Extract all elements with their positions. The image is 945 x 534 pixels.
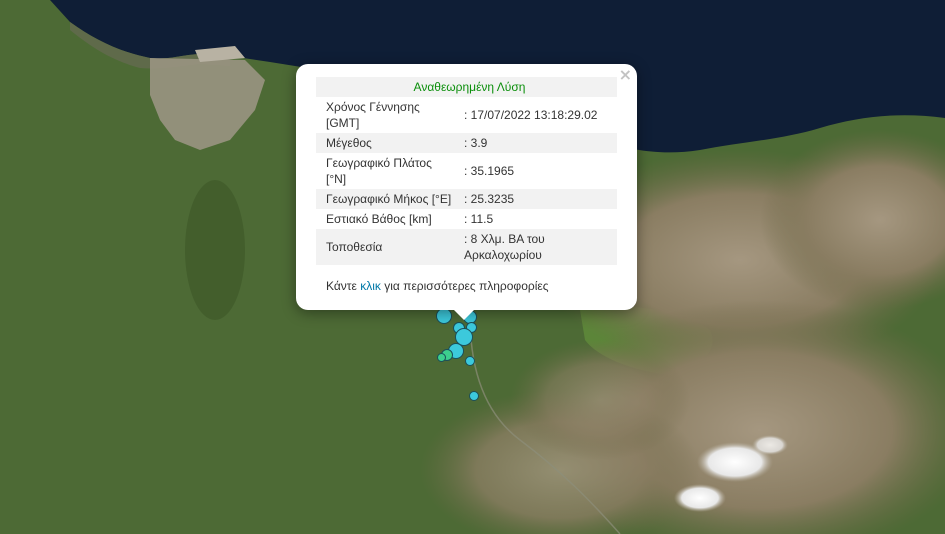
close-icon[interactable]: × [619, 66, 632, 84]
earthquake-marker[interactable] [436, 308, 452, 324]
info-row-longitude: Γεωγραφικό Μήκος [°E] : 25.3235 [316, 189, 617, 209]
info-row-origin-time: Χρόνος Γέννησης [GMT] : 17/07/2022 13:18… [316, 97, 617, 133]
info-label: Χρόνος Γέννησης [GMT] [326, 100, 420, 130]
info-label: Εστιακό Βάθος [km] [326, 212, 432, 226]
more-info-prefix: Κάντε [326, 279, 361, 293]
info-value: : 25.3235 [456, 189, 617, 209]
popup-tip [454, 310, 474, 320]
info-label: Γεωγραφικό Μήκος [°E] [316, 189, 456, 209]
more-info-suffix: για περισσότερες πληροφορίες [380, 279, 549, 293]
earthquake-marker[interactable] [437, 353, 446, 362]
info-label: Γεωγραφικό Πλάτος [°N] [326, 156, 432, 186]
info-value: : 8 Χλμ. ΒΑ του Αρκαλοχωρίου [456, 229, 617, 265]
earthquake-popup: × Αναθεωρημένη Λύση Χρόνος Γέννησης [GMT… [296, 64, 637, 320]
more-info-link[interactable]: κλικ [360, 279, 381, 293]
info-row-depth: Εστιακό Βάθος [km] : 11.5 [316, 209, 617, 229]
earthquake-info-table: Αναθεωρημένη Λύση Χρόνος Γέννησης [GMT] … [316, 77, 617, 265]
more-info-text: Κάντε κλικ για περισσότερες πληροφορίες [326, 279, 549, 293]
earthquake-marker[interactable] [469, 391, 479, 401]
info-value: : 35.1965 [464, 164, 515, 178]
info-row-latitude: Γεωγραφικό Πλάτος [°N] : 35.1965 [316, 153, 617, 189]
info-row-magnitude: Μέγεθος : 3.9 [316, 133, 617, 153]
info-label: Τοποθεσία [316, 229, 456, 265]
info-label: Μέγεθος [316, 133, 456, 153]
info-value: : 11.5 [464, 212, 494, 226]
solution-status: Αναθεωρημένη Λύση [316, 77, 617, 97]
info-value: : 3.9 [456, 133, 617, 153]
info-row-location: Τοποθεσία : 8 Χλμ. ΒΑ του Αρκαλοχωρίου [316, 229, 617, 265]
earthquake-marker[interactable] [465, 356, 475, 366]
info-value: : 17/07/2022 13:18:29.02 [464, 108, 598, 122]
